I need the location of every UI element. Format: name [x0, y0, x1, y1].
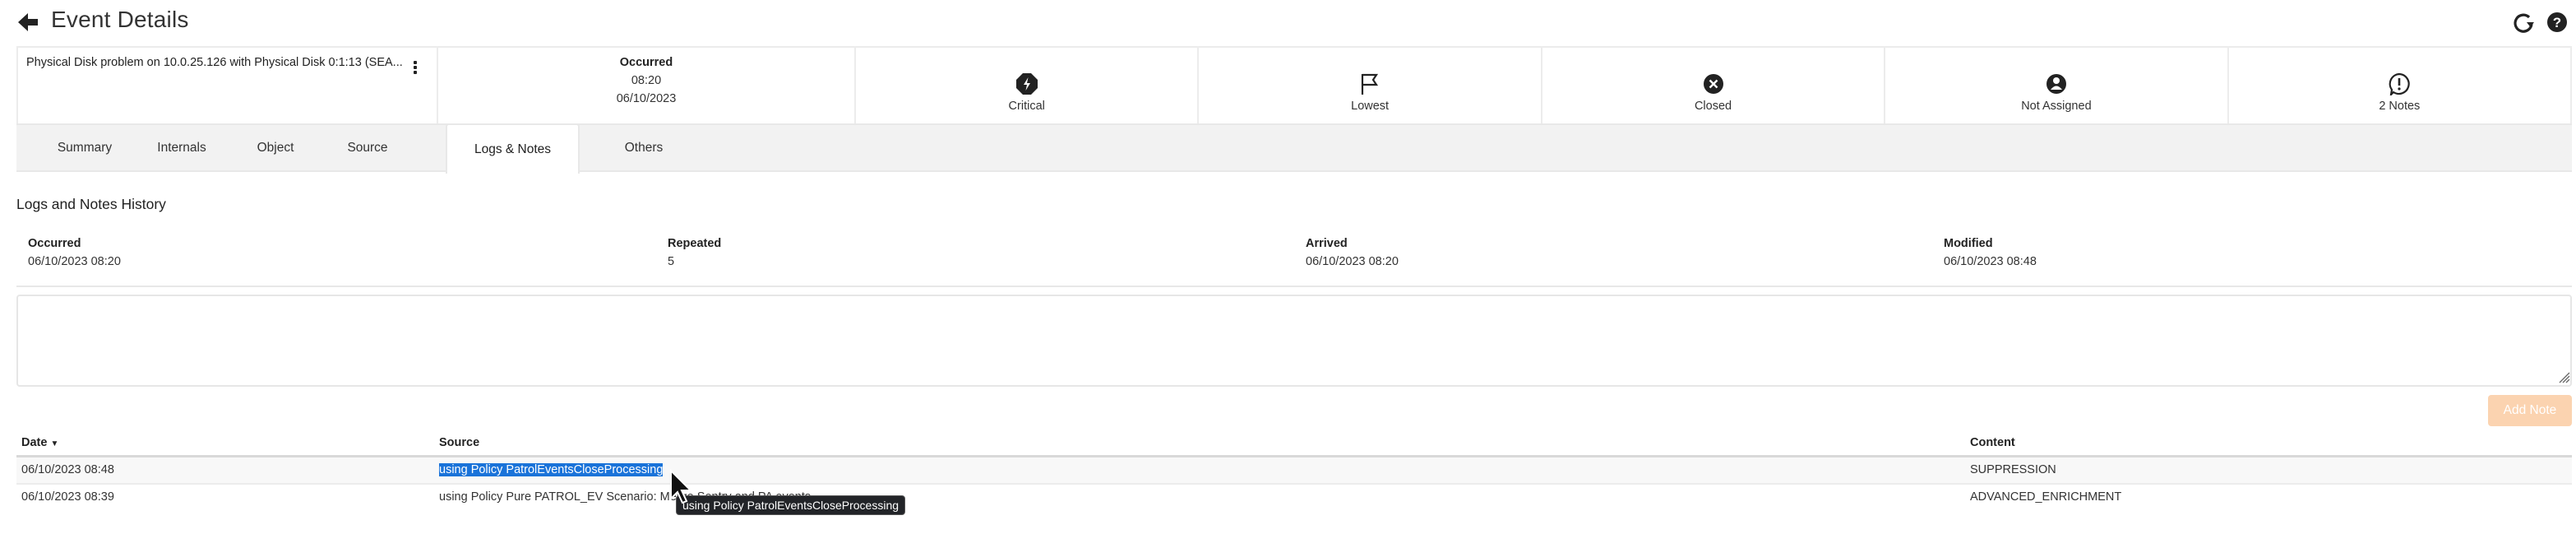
event-header: Physical Disk problem on 10.0.25.126 wit… — [16, 46, 2572, 123]
arrow-left-icon — [18, 13, 38, 31]
occurred-time: 08:20 — [631, 74, 662, 87]
divider — [16, 286, 2572, 287]
svg-text:?: ? — [2553, 15, 2561, 30]
add-note-button[interactable]: Add Note — [2488, 395, 2572, 426]
priority-stat[interactable]: Lowest — [1197, 48, 1540, 123]
tab-others[interactable]: Others — [582, 125, 705, 172]
selected-text: using Policy PatrolEventsCloseProcessing — [439, 463, 664, 476]
tab-object[interactable]: Object — [235, 125, 316, 172]
severity-critical-icon — [1015, 73, 1038, 95]
field-label: Repeated — [668, 237, 722, 250]
field-label: Occurred — [28, 237, 81, 250]
field-label: Arrived — [1306, 237, 1348, 250]
column-header-source[interactable]: Source — [439, 436, 479, 449]
page-title: Event Details — [51, 7, 189, 32]
field-value: 06/10/2023 08:20 — [1306, 255, 1399, 268]
cell-date: 06/10/2023 08:39 — [21, 490, 114, 504]
status-closed-icon — [1703, 74, 1723, 94]
notes-alert-icon — [2389, 72, 2411, 95]
assignee-label: Not Assigned — [2021, 100, 2092, 113]
field-value: 06/10/2023 08:20 — [28, 255, 121, 268]
more-options-icon[interactable] — [409, 59, 421, 77]
help-button[interactable]: ? — [2546, 11, 2569, 34]
occurred-cell: Occurred 08:20 06/10/2023 — [437, 48, 854, 123]
cell-content: SUPPRESSION — [1970, 463, 2056, 476]
priority-label: Lowest — [1351, 100, 1390, 113]
field-value: 5 — [668, 255, 675, 268]
note-input[interactable] — [16, 295, 2572, 387]
tooltip: using Policy PatrolEventsCloseProcessing — [676, 495, 906, 515]
notes-label: 2 Notes — [2379, 100, 2421, 113]
back-button[interactable] — [15, 10, 41, 35]
event-description: Physical Disk problem on 10.0.25.126 wit… — [26, 56, 403, 69]
tab-source[interactable]: Source — [322, 125, 413, 172]
mouse-cursor-icon — [670, 469, 693, 504]
tab-logs-notes[interactable]: Logs & Notes — [446, 123, 580, 174]
cell-date: 06/10/2023 08:48 — [21, 463, 114, 476]
status-label: Closed — [1694, 100, 1732, 113]
tab-bar: Summary Internals Object Source Logs & N… — [16, 123, 2572, 174]
cell-source: using Policy PatrolEventsCloseProcessing — [439, 463, 664, 476]
status-stat[interactable]: Closed — [1540, 48, 1884, 123]
occurred-date: 06/10/2023 — [616, 92, 677, 105]
field-value: 06/10/2023 08:48 — [1944, 255, 2037, 268]
severity-stat[interactable]: Critical — [854, 48, 1197, 123]
event-description-cell: Physical Disk problem on 10.0.25.126 wit… — [18, 48, 437, 123]
assignee-stat[interactable]: Not Assigned — [1884, 48, 2227, 123]
tab-summary[interactable]: Summary — [39, 125, 130, 172]
resize-handle-icon[interactable] — [2557, 370, 2570, 383]
tab-internals[interactable]: Internals — [136, 125, 227, 172]
severity-label: Critical — [1008, 100, 1045, 113]
table-header: Date ▼ Source Content — [16, 431, 2572, 457]
refresh-button[interactable] — [2511, 10, 2536, 35]
help-circle-icon: ? — [2547, 12, 2567, 32]
cell-content: ADVANCED_ENRICHMENT — [1970, 490, 2122, 504]
field-label: Modified — [1944, 237, 1993, 250]
table-row[interactable]: 06/10/2023 08:39 using Policy Pure PATRO… — [16, 485, 2572, 510]
occurred-label: Occurred — [619, 56, 673, 69]
logs-table: Date ▼ Source Content 06/10/2023 08:48 u… — [16, 431, 2572, 510]
column-header-content[interactable]: Content — [1970, 436, 2015, 449]
field-modified: Modified 06/10/2023 08:48 — [1944, 237, 2037, 268]
field-occurred: Occurred 06/10/2023 08:20 — [28, 237, 121, 268]
column-label: Date — [21, 436, 48, 449]
field-repeated: Repeated 5 — [668, 237, 721, 268]
assignee-user-icon — [2046, 74, 2066, 94]
table-row[interactable]: 06/10/2023 08:48 using Policy PatrolEven… — [16, 457, 2572, 485]
notes-stat[interactable]: 2 Notes — [2227, 48, 2570, 123]
refresh-icon — [2514, 13, 2534, 33]
sort-desc-icon: ▼ — [50, 439, 59, 448]
column-header-date[interactable]: Date ▼ — [21, 436, 58, 449]
section-title: Logs and Notes History — [16, 196, 166, 212]
field-arrived: Arrived 06/10/2023 08:20 — [1306, 237, 1399, 268]
priority-flag-icon — [1362, 73, 1379, 95]
